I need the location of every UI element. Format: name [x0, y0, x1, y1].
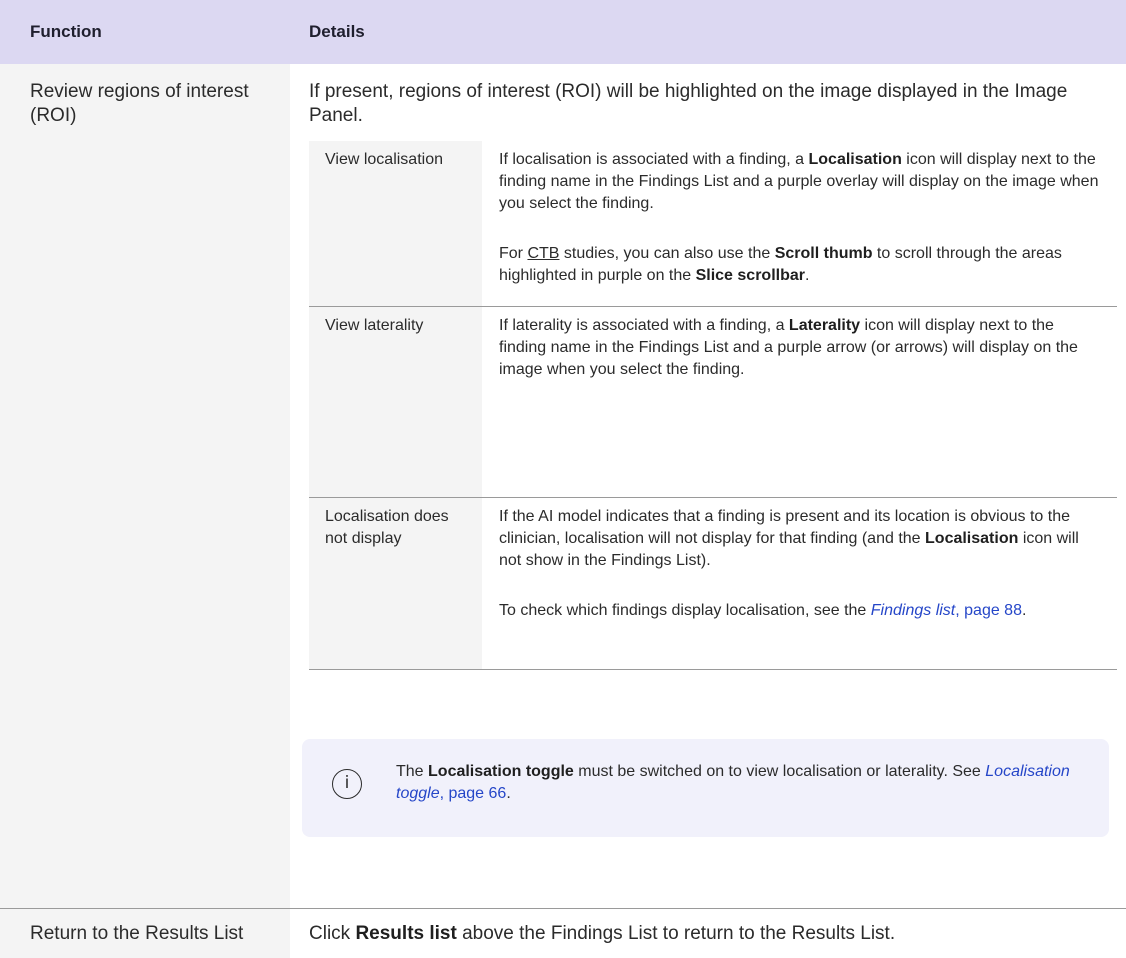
subrow-text-findings-list-ref: To check which findings display localisa… — [499, 602, 1027, 619]
info-note: i The Localisation toggle must be switch… — [302, 739, 1109, 837]
findings-list-link[interactable]: Findings list, page 88 — [871, 602, 1022, 619]
row1-function-text: Review regions of interest (ROI) — [30, 81, 249, 126]
ctb-abbreviation: CTB — [527, 245, 560, 262]
row1-details-text: If present, regions of interest (ROI) wi… — [309, 81, 1068, 126]
table-header: Function Details — [0, 0, 1126, 64]
info-note-text: The Localisation toggle must be switched… — [396, 763, 1070, 802]
header-details: Details — [309, 22, 365, 41]
info-icon: i — [332, 769, 362, 799]
subrow-text-view-localisation: If localisation is associated with a fin… — [499, 151, 1099, 212]
row2-details-text: Click Results list above the Findings Li… — [309, 923, 896, 944]
roi-subtable: View localisation If localisation is ass… — [309, 141, 1117, 670]
subrow-label-view-localisation: View localisation — [325, 151, 443, 168]
row2-function-text: Return to the Results List — [30, 923, 244, 944]
row1-function-cell — [0, 64, 290, 908]
subrow-text-view-laterality: If laterality is associated with a findi… — [499, 317, 1078, 378]
subtable-divider — [309, 306, 1117, 307]
subtable-bottom-border — [309, 669, 1117, 670]
subtable-divider — [309, 497, 1117, 498]
document-page: Function Details Review regions of inter… — [0, 0, 1126, 958]
subrow-label-view-laterality: View laterality — [325, 317, 424, 334]
subrow-text-view-localisation-ctb: For CTB studies, you can also use the Sc… — [499, 245, 1062, 284]
header-function: Function — [30, 22, 102, 41]
subrow-text-localisation-not-display: If the AI model indicates that a finding… — [499, 508, 1079, 569]
subrow-label-localisation-not-display: Localisation does not display — [325, 508, 449, 547]
subtable-label-column — [309, 141, 482, 670]
